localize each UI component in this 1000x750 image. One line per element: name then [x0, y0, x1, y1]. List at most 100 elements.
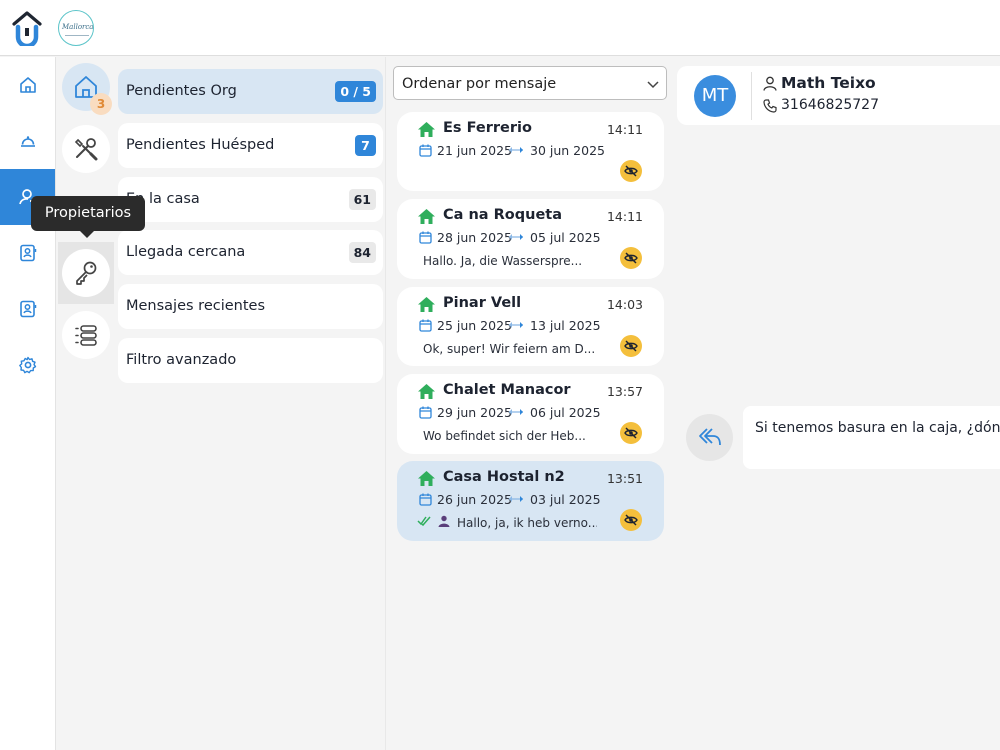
filter-label: Pendientes Org	[126, 83, 237, 99]
house-icon	[418, 122, 435, 137]
brand-logo: Mallorca	[58, 10, 94, 46]
filter-arriving-soon[interactable]: Llegada cercana 84	[118, 230, 383, 275]
checkout-date: 03 jul 2025	[530, 492, 601, 507]
main-sidebar	[0, 57, 56, 750]
filter-pending-guest[interactable]: Pendientes Huésped 7	[118, 123, 383, 168]
category-home[interactable]: 3	[62, 63, 112, 115]
eye-off-icon	[624, 340, 638, 352]
filter-label: Mensajes recientes	[126, 298, 266, 314]
message-preview: Wo befindet sich der Heb...	[423, 429, 586, 443]
message-text: Si tenemos basura en la caja, ¿dónde	[755, 420, 1000, 436]
nav-home[interactable]	[0, 57, 55, 113]
arrow-left-right-icon	[509, 234, 523, 240]
checkin-date: 25 jun 2025	[437, 318, 512, 333]
contacts-alt-icon	[19, 300, 36, 318]
checkout-date: 06 jul 2025	[530, 405, 601, 420]
property-name: Pinar Vell	[443, 295, 522, 311]
property-name: Es Ferrerio	[443, 120, 532, 136]
user-icon	[763, 76, 777, 91]
nav-contacts[interactable]	[0, 225, 55, 281]
message-time: 13:51	[606, 471, 643, 486]
bell-icon	[20, 136, 35, 147]
message-preview: Ok, super! Wir feiern am D...	[423, 342, 596, 356]
message-bubble: Si tenemos basura en la caja, ¿dónde	[743, 406, 1000, 469]
filter-advanced[interactable]: Filtro avanzado	[118, 338, 383, 383]
category-owners[interactable]	[62, 249, 110, 297]
header-divider	[751, 72, 752, 120]
checkin-date: 21 jun 2025	[437, 143, 512, 158]
conversation-card[interactable]: Chalet Manacor 13:57 29 jun 2025 06 jul …	[397, 374, 664, 454]
filter-count-badge: 84	[348, 242, 376, 263]
nav-contacts-alt[interactable]	[0, 281, 55, 337]
category-count-badge: 3	[90, 93, 112, 115]
house-icon	[418, 297, 435, 312]
filter-label: Pendientes Huésped	[126, 137, 275, 153]
eye-off-icon	[624, 427, 638, 439]
filter-count-badge: 61	[348, 189, 376, 210]
chevron-down-icon	[647, 81, 659, 89]
conversation-card[interactable]: Ca na Roqueta 14:11 28 jun 2025 05 jul 2…	[397, 199, 664, 279]
calendar-icon	[419, 493, 432, 506]
person-icon	[438, 515, 450, 527]
eye-off-badge[interactable]	[620, 422, 642, 444]
contact-name: Math Teixo	[781, 74, 876, 92]
property-name: Casa Hostal n2	[443, 469, 565, 485]
eye-off-icon	[624, 252, 638, 264]
filter-label: Llegada cercana	[126, 244, 246, 260]
property-name: Chalet Manacor	[443, 382, 571, 398]
message-preview: Hallo, ja, ik heb verno...	[457, 516, 597, 530]
category-list[interactable]	[62, 311, 110, 359]
contact-phone: 31646825727	[781, 97, 879, 113]
double-check-icon	[417, 516, 431, 527]
eye-off-badge[interactable]	[620, 247, 642, 269]
message-time: 14:11	[606, 122, 643, 137]
checkin-date: 26 jun 2025	[437, 492, 512, 507]
message-preview: Hallo. Ja, die Wasserspre...	[423, 254, 583, 268]
key-icon	[76, 261, 97, 285]
checkin-date: 29 jun 2025	[437, 405, 512, 420]
tools-icon	[74, 138, 98, 161]
nav-settings[interactable]	[0, 337, 55, 393]
chat-header: MT Math Teixo 31646825727	[677, 66, 1000, 125]
tooltip-arrow	[80, 231, 94, 238]
brand-logo-text: Mallorca	[62, 23, 94, 31]
filter-count-badge: 0 / 5	[335, 81, 376, 102]
filter-pending-org[interactable]: Pendientes Org 0 / 5	[118, 69, 383, 114]
tooltip: Propietarios	[31, 196, 145, 231]
reply-icon	[699, 428, 721, 446]
eye-off-icon	[624, 165, 638, 177]
app-logo[interactable]	[12, 10, 42, 46]
avatar[interactable]: MT	[694, 75, 736, 117]
conversation-card[interactable]: Pinar Vell 14:03 25 jun 2025 13 jul 2025…	[397, 287, 664, 366]
conversation-card-selected[interactable]: Casa Hostal n2 13:51 26 jun 2025 03 jul …	[397, 461, 664, 541]
sort-select-value: Ordenar por mensaje	[402, 76, 557, 92]
filter-label: Filtro avanzado	[126, 352, 237, 368]
calendar-icon	[419, 319, 432, 332]
property-name: Ca na Roqueta	[443, 207, 563, 223]
house-icon	[418, 384, 435, 399]
checkout-date: 05 jul 2025	[530, 230, 601, 245]
phone-icon	[763, 99, 777, 113]
filter-count-badge: 7	[355, 135, 376, 156]
sort-select[interactable]: Ordenar por mensaje	[393, 66, 667, 100]
conversation-card[interactable]: Es Ferrerio 14:11 21 jun 2025 30 jun 202…	[397, 112, 664, 191]
reply-button[interactable]	[686, 414, 733, 461]
message-time: 13:57	[606, 384, 643, 399]
eye-off-icon	[624, 514, 638, 526]
filter-in-house[interactable]: En la casa 61	[118, 177, 383, 222]
checkout-date: 13 jul 2025	[530, 318, 601, 333]
eye-off-badge[interactable]	[620, 509, 642, 531]
nav-reception[interactable]	[0, 113, 55, 169]
list-icon	[75, 325, 97, 346]
house-icon	[418, 209, 435, 224]
eye-off-badge[interactable]	[620, 160, 642, 182]
checkin-date: 28 jun 2025	[437, 230, 512, 245]
arrow-left-right-icon	[509, 496, 523, 502]
message-time: 14:11	[606, 209, 643, 224]
arrow-left-right-icon	[509, 409, 523, 415]
filter-recent-messages[interactable]: Mensajes recientes	[118, 284, 383, 329]
message-time: 14:03	[606, 297, 643, 312]
category-maintenance[interactable]	[62, 125, 110, 173]
filter-panel: 3 Pendientes Org 0 / 5 Pendientes Huéspe…	[56, 57, 386, 750]
eye-off-badge[interactable]	[620, 335, 642, 357]
